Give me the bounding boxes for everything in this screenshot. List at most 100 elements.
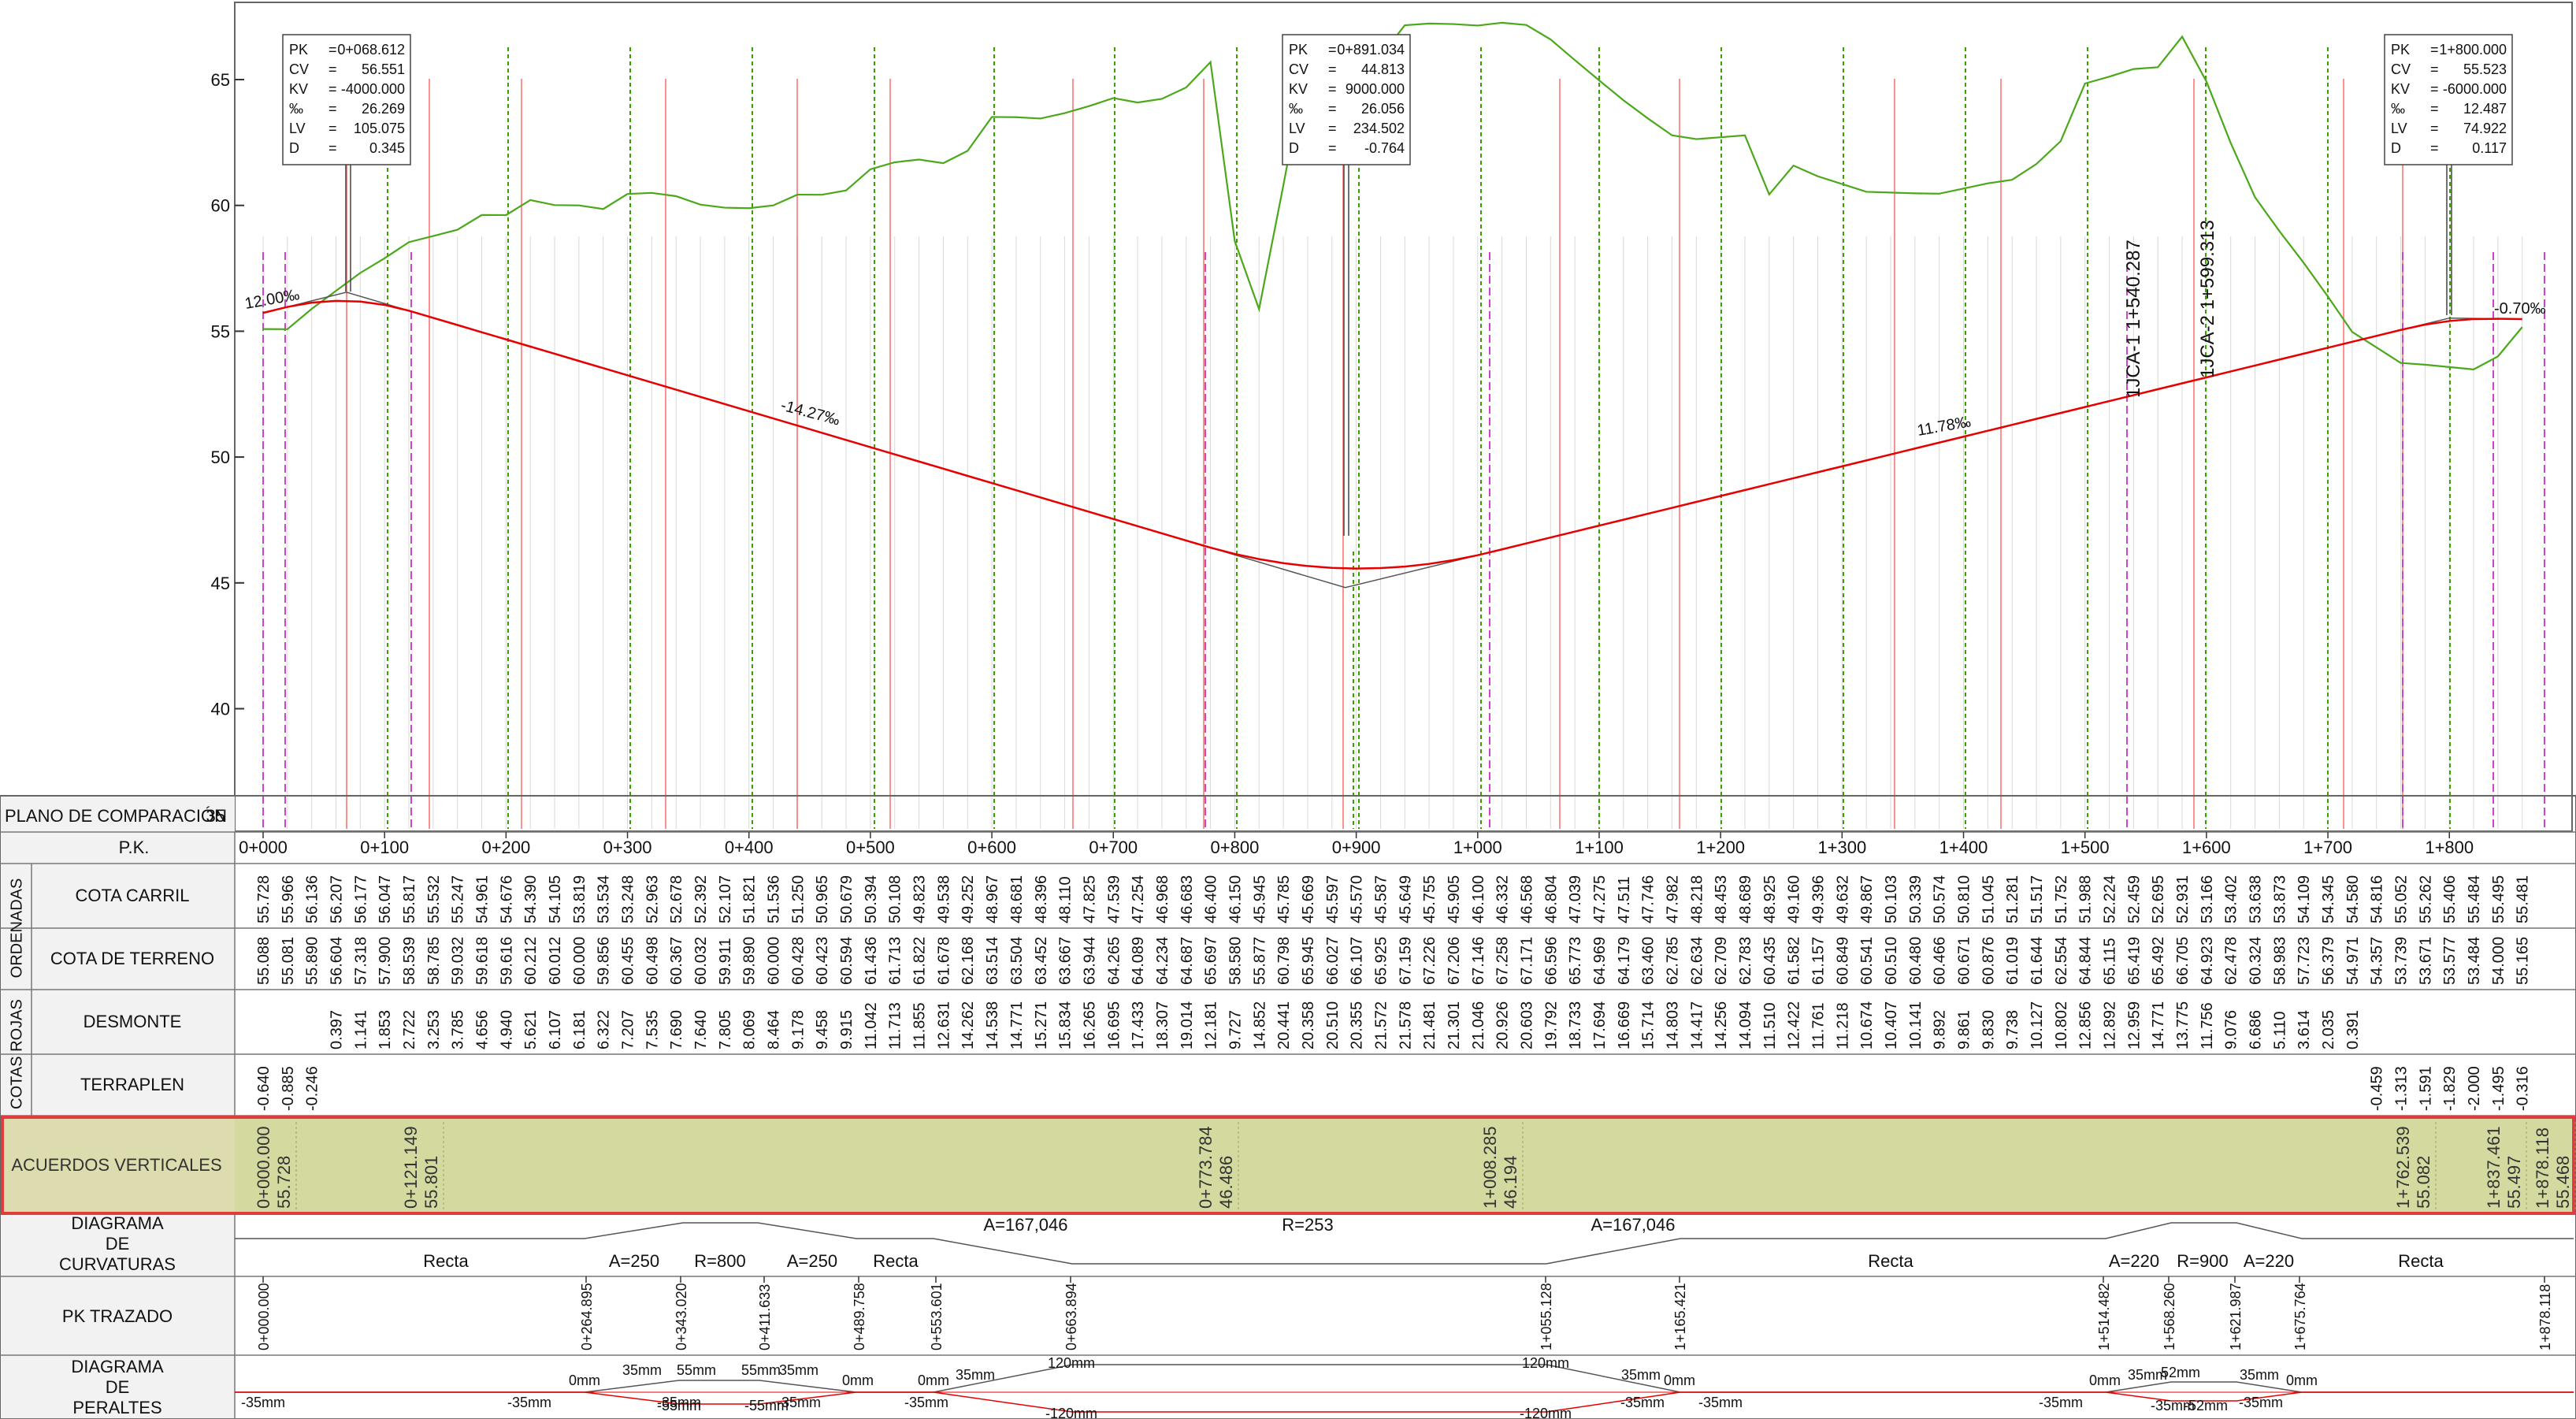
peralte-label: 0mm <box>2089 1373 2121 1388</box>
callout-key: CV <box>289 61 309 77</box>
cota-terreno-value: 67.159 <box>1397 937 1414 985</box>
callout-value: 9000.000 <box>1346 81 1405 97</box>
cota-terreno-value: 66.107 <box>1349 937 1366 985</box>
acuerdo-pk: 0+773.784 <box>1196 1126 1216 1209</box>
cota-carril-value: 55.406 <box>2441 875 2459 923</box>
cota-carril-value: 55.532 <box>425 875 443 923</box>
pk-trazado-value: 1+568.260 <box>2162 1283 2177 1350</box>
cota-terreno-value: 54.000 <box>2490 937 2507 985</box>
callout-key: PK <box>2391 42 2410 58</box>
callout-equals: = <box>2430 42 2439 58</box>
curvature-label: R=900 <box>2177 1251 2228 1271</box>
cota-terreno-value: 58.580 <box>1227 937 1244 985</box>
pk-label: 1+000 <box>1453 838 1502 857</box>
cota-carril-value: 51.250 <box>789 875 807 923</box>
cota-terreno-value: 57.318 <box>352 937 369 985</box>
pk-label: 1+200 <box>1696 838 1745 857</box>
row-label-cota-carril: COTA CARRIL <box>75 886 189 905</box>
peralte-label: 35mm <box>779 1362 818 1378</box>
cota-terreno-value: 60.212 <box>522 937 540 985</box>
desmonte-value: 14.262 <box>960 1001 977 1049</box>
pk-trazado-value: 0+489.758 <box>852 1283 867 1350</box>
desmonte-value: 9.727 <box>1227 1010 1244 1049</box>
peralte-label: -35mm <box>904 1395 948 1410</box>
callout-equals: = <box>1328 140 1337 156</box>
desmonte-value: 9.861 <box>1956 1010 1973 1049</box>
desmonte-value: 20.603 <box>1518 1001 1535 1049</box>
acuerdo-pk: 1+837.461 <box>2484 1126 2504 1209</box>
callout-equals: = <box>2430 61 2439 77</box>
desmonte-value: 3.785 <box>450 1010 467 1049</box>
cota-carril-value: 48.218 <box>1688 875 1706 923</box>
cota-terreno-value: 62.783 <box>1737 937 1754 985</box>
row-label-terraplen: TERRAPLEN <box>80 1075 184 1094</box>
callout-value: 26.269 <box>362 101 405 117</box>
desmonte-value: 10.407 <box>1883 1001 1900 1049</box>
cota-carril-value: 49.867 <box>1858 875 1876 923</box>
cota-carril-value: 46.568 <box>1518 875 1535 923</box>
cota-terreno-value: 61.678 <box>935 937 952 985</box>
peralte-label: 120mm <box>1048 1355 1095 1371</box>
cota-carril-value: 50.965 <box>814 875 831 923</box>
cota-terreno-value: 61.582 <box>1786 937 1803 985</box>
desmonte-value: 14.771 <box>1008 1001 1026 1049</box>
cota-terreno-value: 60.324 <box>2248 937 2265 985</box>
desmonte-value: 6.107 <box>547 1010 564 1049</box>
callout-key: D <box>2391 140 2401 156</box>
cota-carril-value: 45.785 <box>1275 875 1293 923</box>
row-label-cota-terreno: COTA DE TERRENO <box>50 949 214 968</box>
desmonte-value: 12.181 <box>1203 1001 1220 1049</box>
cota-carril-value: 49.823 <box>911 875 929 923</box>
cota-carril-value: 56.047 <box>377 875 394 923</box>
cota-carril-value: 48.681 <box>1008 875 1026 923</box>
peralte-label: -35mm <box>1698 1395 1743 1410</box>
cota-terreno-value: 65.115 <box>2102 938 2119 985</box>
cota-carril-value: 53.534 <box>596 875 613 923</box>
desmonte-value: 10.674 <box>1858 1001 1876 1049</box>
desmonte-value: 17.694 <box>1591 1001 1609 1049</box>
cota-terreno-value: 64.265 <box>1105 937 1123 985</box>
terraplen-value: -0.246 <box>304 1066 321 1111</box>
cota-terreno-value: 63.504 <box>1008 937 1026 985</box>
peralte-label: -35mm <box>2039 1395 2083 1410</box>
curvature-label: A=250 <box>787 1251 837 1271</box>
desmonte-value: 21.572 <box>1372 1001 1390 1049</box>
desmonte-value: 16.669 <box>1616 1001 1633 1049</box>
cota-terreno-value: 55.088 <box>255 937 273 985</box>
callout-key: KV <box>1289 81 1308 97</box>
desmonte-value: 20.441 <box>1275 1001 1293 1049</box>
cota-terreno-value: 61.157 <box>1810 937 1828 985</box>
desmonte-value: 3.253 <box>425 1010 443 1049</box>
cota-terreno-value: 64.234 <box>1154 937 1171 985</box>
desmonte-value: 7.640 <box>692 1010 710 1049</box>
rotated-pk-label: 1JCA-2 1+599.313 <box>2197 220 2218 378</box>
pk-trazado-value: 1+878.118 <box>2537 1284 2553 1350</box>
cota-carril-value: 53.248 <box>620 875 637 923</box>
peralte-label: 52mm <box>2161 1365 2200 1380</box>
desmonte-value: 20.926 <box>1494 1001 1512 1049</box>
row-label-curvaturas: DE <box>106 1234 130 1254</box>
callout-value: 105.075 <box>354 121 405 136</box>
cota-carril-value: 48.453 <box>1713 875 1730 923</box>
cota-carril-value: 49.396 <box>1810 875 1828 923</box>
pk-label: 0+200 <box>481 838 530 857</box>
desmonte-value: 20.355 <box>1349 1001 1366 1049</box>
desmonte-value: 18.307 <box>1154 1001 1171 1049</box>
y-axis-label: 45 <box>211 574 230 593</box>
callout-value: 1+800.000 <box>2439 42 2507 58</box>
desmonte-value: 1.141 <box>352 1010 369 1049</box>
cota-terreno-value: 59.618 <box>474 937 492 985</box>
desmonte-value: 6.181 <box>571 1010 588 1049</box>
cota-terreno-value: 58.785 <box>425 937 443 985</box>
cota-carril-value: 52.963 <box>644 875 661 923</box>
cota-terreno-value: 62.478 <box>2223 937 2240 985</box>
cota-carril-value: 46.150 <box>1227 875 1244 923</box>
row-label-curvaturas: DIAGRAMA <box>71 1213 164 1233</box>
cota-carril-value: 46.100 <box>1470 875 1487 923</box>
cota-carril-value: 55.247 <box>450 875 467 923</box>
peralte-label: -52mm <box>2184 1398 2228 1413</box>
desmonte-value: 7.535 <box>644 1010 661 1049</box>
cota-terreno-value: 65.697 <box>1203 937 1220 985</box>
peralte-label: 0mm <box>842 1373 874 1388</box>
cota-terreno-value: 60.466 <box>1932 937 1949 985</box>
